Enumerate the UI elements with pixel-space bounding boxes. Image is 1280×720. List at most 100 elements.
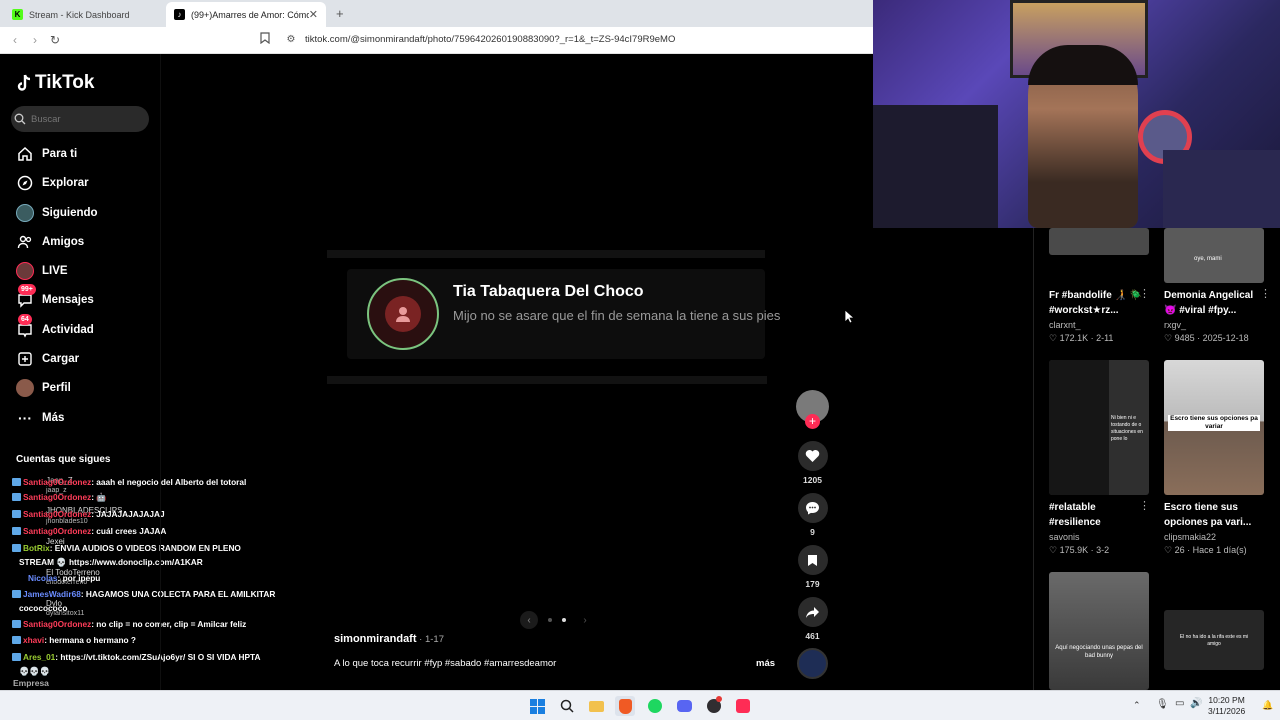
chat-message: : https://vt.tiktok.com/ZSuAjo6yr/ SI O … xyxy=(55,652,261,662)
tiktok-note-icon xyxy=(17,74,31,91)
video-card[interactable]: Ni bien ni e tostando de o situaciones e… xyxy=(1049,360,1150,555)
chat-line: Ares_01: https://vt.tiktok.com/ZSuAjo6yr… xyxy=(12,651,260,663)
video-title[interactable]: #relatable #resilience xyxy=(1049,500,1145,530)
author-name[interactable]: simonmirandaft xyxy=(334,633,417,645)
forward-icon[interactable]: › xyxy=(27,32,43,48)
kebab-menu-icon[interactable]: ⋮ xyxy=(1139,499,1150,512)
system-clock[interactable]: 10:20 PM 3/11/2026 xyxy=(1208,695,1245,717)
video-title[interactable]: Escro tiene sus opciones pa vari... xyxy=(1164,500,1268,530)
bookmark-icon[interactable] xyxy=(257,32,273,48)
kebab-menu-icon[interactable]: ⋮ xyxy=(1139,287,1150,300)
site-info-icon[interactable]: ⚙ xyxy=(283,32,299,48)
carousel-next-button[interactable]: › xyxy=(576,611,594,629)
share-button[interactable]: 461 xyxy=(796,597,829,641)
volume-icon[interactable]: 🔊 xyxy=(1190,698,1202,709)
obs-icon[interactable] xyxy=(704,696,724,716)
video-thumbnail[interactable] xyxy=(1049,228,1149,255)
sidebar-item-amigos[interactable]: Amigos xyxy=(16,232,84,252)
sidebar-item-live[interactable]: LIVE xyxy=(16,261,68,281)
sidebar-item-perfil[interactable]: Perfil xyxy=(16,378,71,398)
chat-message: : 🤖 xyxy=(91,492,107,502)
chat-badge-icon xyxy=(12,493,21,501)
sound-disc-icon[interactable] xyxy=(797,648,828,679)
video-card[interactable]: oye, mami Demonia Angelical 👿 #viral #fp… xyxy=(1164,228,1271,343)
comment-button[interactable]: 9 xyxy=(796,493,829,537)
video-thumbnail[interactable]: Aquí negociando unas pepas del bad bunny xyxy=(1049,572,1149,690)
recommended-grid: Fr #bandolife 🧑‍🦯 🪲 #worckst★rz... ⋮ cla… xyxy=(873,228,1280,690)
chat-message: : JAJAJAJAJAJAJ xyxy=(91,509,165,519)
tray-chevron-icon[interactable]: ⌃ xyxy=(1133,700,1141,711)
sidebar-item-mas[interactable]: ··· Más xyxy=(16,408,64,428)
video-stats: ♡ 175.9K · 3-2 xyxy=(1049,545,1110,555)
spotify-icon[interactable] xyxy=(645,696,665,716)
video-user[interactable]: clarxnt_ xyxy=(1049,320,1081,330)
tab-label: Stream - Kick Dashboard xyxy=(29,9,130,20)
chat-badge-icon xyxy=(12,590,21,598)
video-thumbnail[interactable]: oye, mami xyxy=(1164,228,1264,283)
sidebar-item-para-ti[interactable]: Para ti xyxy=(16,144,77,164)
video-title[interactable]: Fr #bandolife 🧑‍🦯 🪲 #worckst★rz... xyxy=(1049,288,1145,318)
photo-carousel-controls: ‹ › xyxy=(520,611,594,629)
video-user[interactable]: clipsmakia22 xyxy=(1164,532,1216,542)
notifications-bell-icon[interactable]: 🔔 xyxy=(1262,700,1273,711)
chat-line: Nicolas: por ipepu xyxy=(28,572,100,584)
sidebar-item-mensajes[interactable]: 99+ Mensajes xyxy=(16,284,94,310)
reload-icon[interactable]: ↻ xyxy=(47,32,63,48)
video-user[interactable]: rxgv_ xyxy=(1164,320,1186,330)
close-tab-icon[interactable]: ✕ xyxy=(309,8,318,21)
tab-tiktok[interactable]: ♪ (99+)Amarres de Amor: Cómo Fu ✕ xyxy=(166,2,326,27)
file-explorer-icon[interactable] xyxy=(586,696,606,716)
windows-start-icon[interactable] xyxy=(527,696,547,716)
carousel-dot[interactable] xyxy=(548,618,552,622)
video-user[interactable]: savonis xyxy=(1049,532,1080,542)
video-thumbnail[interactable]: Ni bien ni e tostando de o situaciones e… xyxy=(1049,360,1149,495)
sidebar-divider xyxy=(160,54,161,690)
tab-kick-dashboard[interactable]: K Stream - Kick Dashboard xyxy=(4,2,164,27)
video-card[interactable]: El no ha ido a la rifa este es mi amigo xyxy=(1164,610,1264,670)
video-card[interactable]: Fr #bandolife 🧑‍🦯 🪲 #worckst★rz... ⋮ cla… xyxy=(1049,228,1150,343)
tiktok-logo[interactable]: TikTok xyxy=(16,72,94,94)
caption-more-button[interactable]: más xyxy=(756,658,775,669)
search-box[interactable] xyxy=(11,106,149,132)
chat-username: cococococo xyxy=(19,603,68,613)
photo-post[interactable]: Tia Tabaquera Del Choco Mijo no se asare… xyxy=(327,54,780,609)
post-date: · 1-17 xyxy=(416,634,444,645)
video-card[interactable]: Escro tiene sus opciones pa variar Escro… xyxy=(1164,360,1264,555)
video-stats: ♡ 26 · Hace 1 día(s) xyxy=(1164,545,1247,555)
video-thumbnail[interactable]: El no ha ido a la rifa este es mi amigo xyxy=(1164,610,1264,670)
comment-count: 9 xyxy=(810,527,815,537)
taskbar-search-icon[interactable] xyxy=(557,696,577,716)
footer-empresa-link[interactable]: Empresa xyxy=(13,678,49,688)
video-thumbnail[interactable]: Escro tiene sus opciones pa variar xyxy=(1164,360,1264,495)
back-icon[interactable]: ‹ xyxy=(7,32,23,48)
sidebar-item-siguiendo[interactable]: Siguiendo xyxy=(16,203,98,223)
sidebar-item-explorar[interactable]: Explorar xyxy=(16,173,89,193)
tiktok-app-icon[interactable] xyxy=(733,696,753,716)
save-button[interactable]: 179 xyxy=(796,545,829,589)
kebab-menu-icon[interactable]: ⋮ xyxy=(1260,287,1271,300)
network-icon[interactable]: ▭ xyxy=(1175,698,1184,709)
video-title[interactable]: Demonia Angelical 👿 #viral #fpy... xyxy=(1164,288,1260,318)
brave-browser-icon[interactable] xyxy=(615,696,635,716)
chat-message: : cuál crees JAJAA xyxy=(91,526,167,536)
microphone-icon[interactable]: 🎙 xyxy=(1156,699,1169,710)
post-author[interactable]: simonmirandaft · 1-17 xyxy=(334,633,444,645)
discord-icon[interactable] xyxy=(674,696,694,716)
video-card[interactable]: Aquí negociando unas pepas del bad bunny xyxy=(1049,572,1149,690)
activity-icon: 64 xyxy=(16,314,34,339)
follow-plus-icon[interactable]: + xyxy=(805,414,820,429)
like-button[interactable]: 1205 xyxy=(796,441,829,485)
contact-avatar xyxy=(367,278,439,350)
search-input[interactable] xyxy=(31,113,141,125)
carousel-dot-active[interactable] xyxy=(562,618,566,622)
chat-username: Santiag0Ordonez xyxy=(23,492,92,502)
url-text[interactable]: tiktok.com/@simonmirandaft/photo/7596420… xyxy=(305,34,675,45)
more-icon: ··· xyxy=(18,410,32,426)
new-tab-button[interactable]: + xyxy=(336,6,344,21)
chat-badge-icon xyxy=(12,636,21,644)
video-stats: ♡ 9485 · 2025-12-18 xyxy=(1164,333,1249,343)
sidebar-item-cargar[interactable]: Cargar xyxy=(16,349,79,369)
nav-label: Siguiendo xyxy=(42,207,98,219)
sidebar-item-actividad[interactable]: 64 Actividad xyxy=(16,314,94,340)
carousel-prev-button[interactable]: ‹ xyxy=(520,611,538,629)
